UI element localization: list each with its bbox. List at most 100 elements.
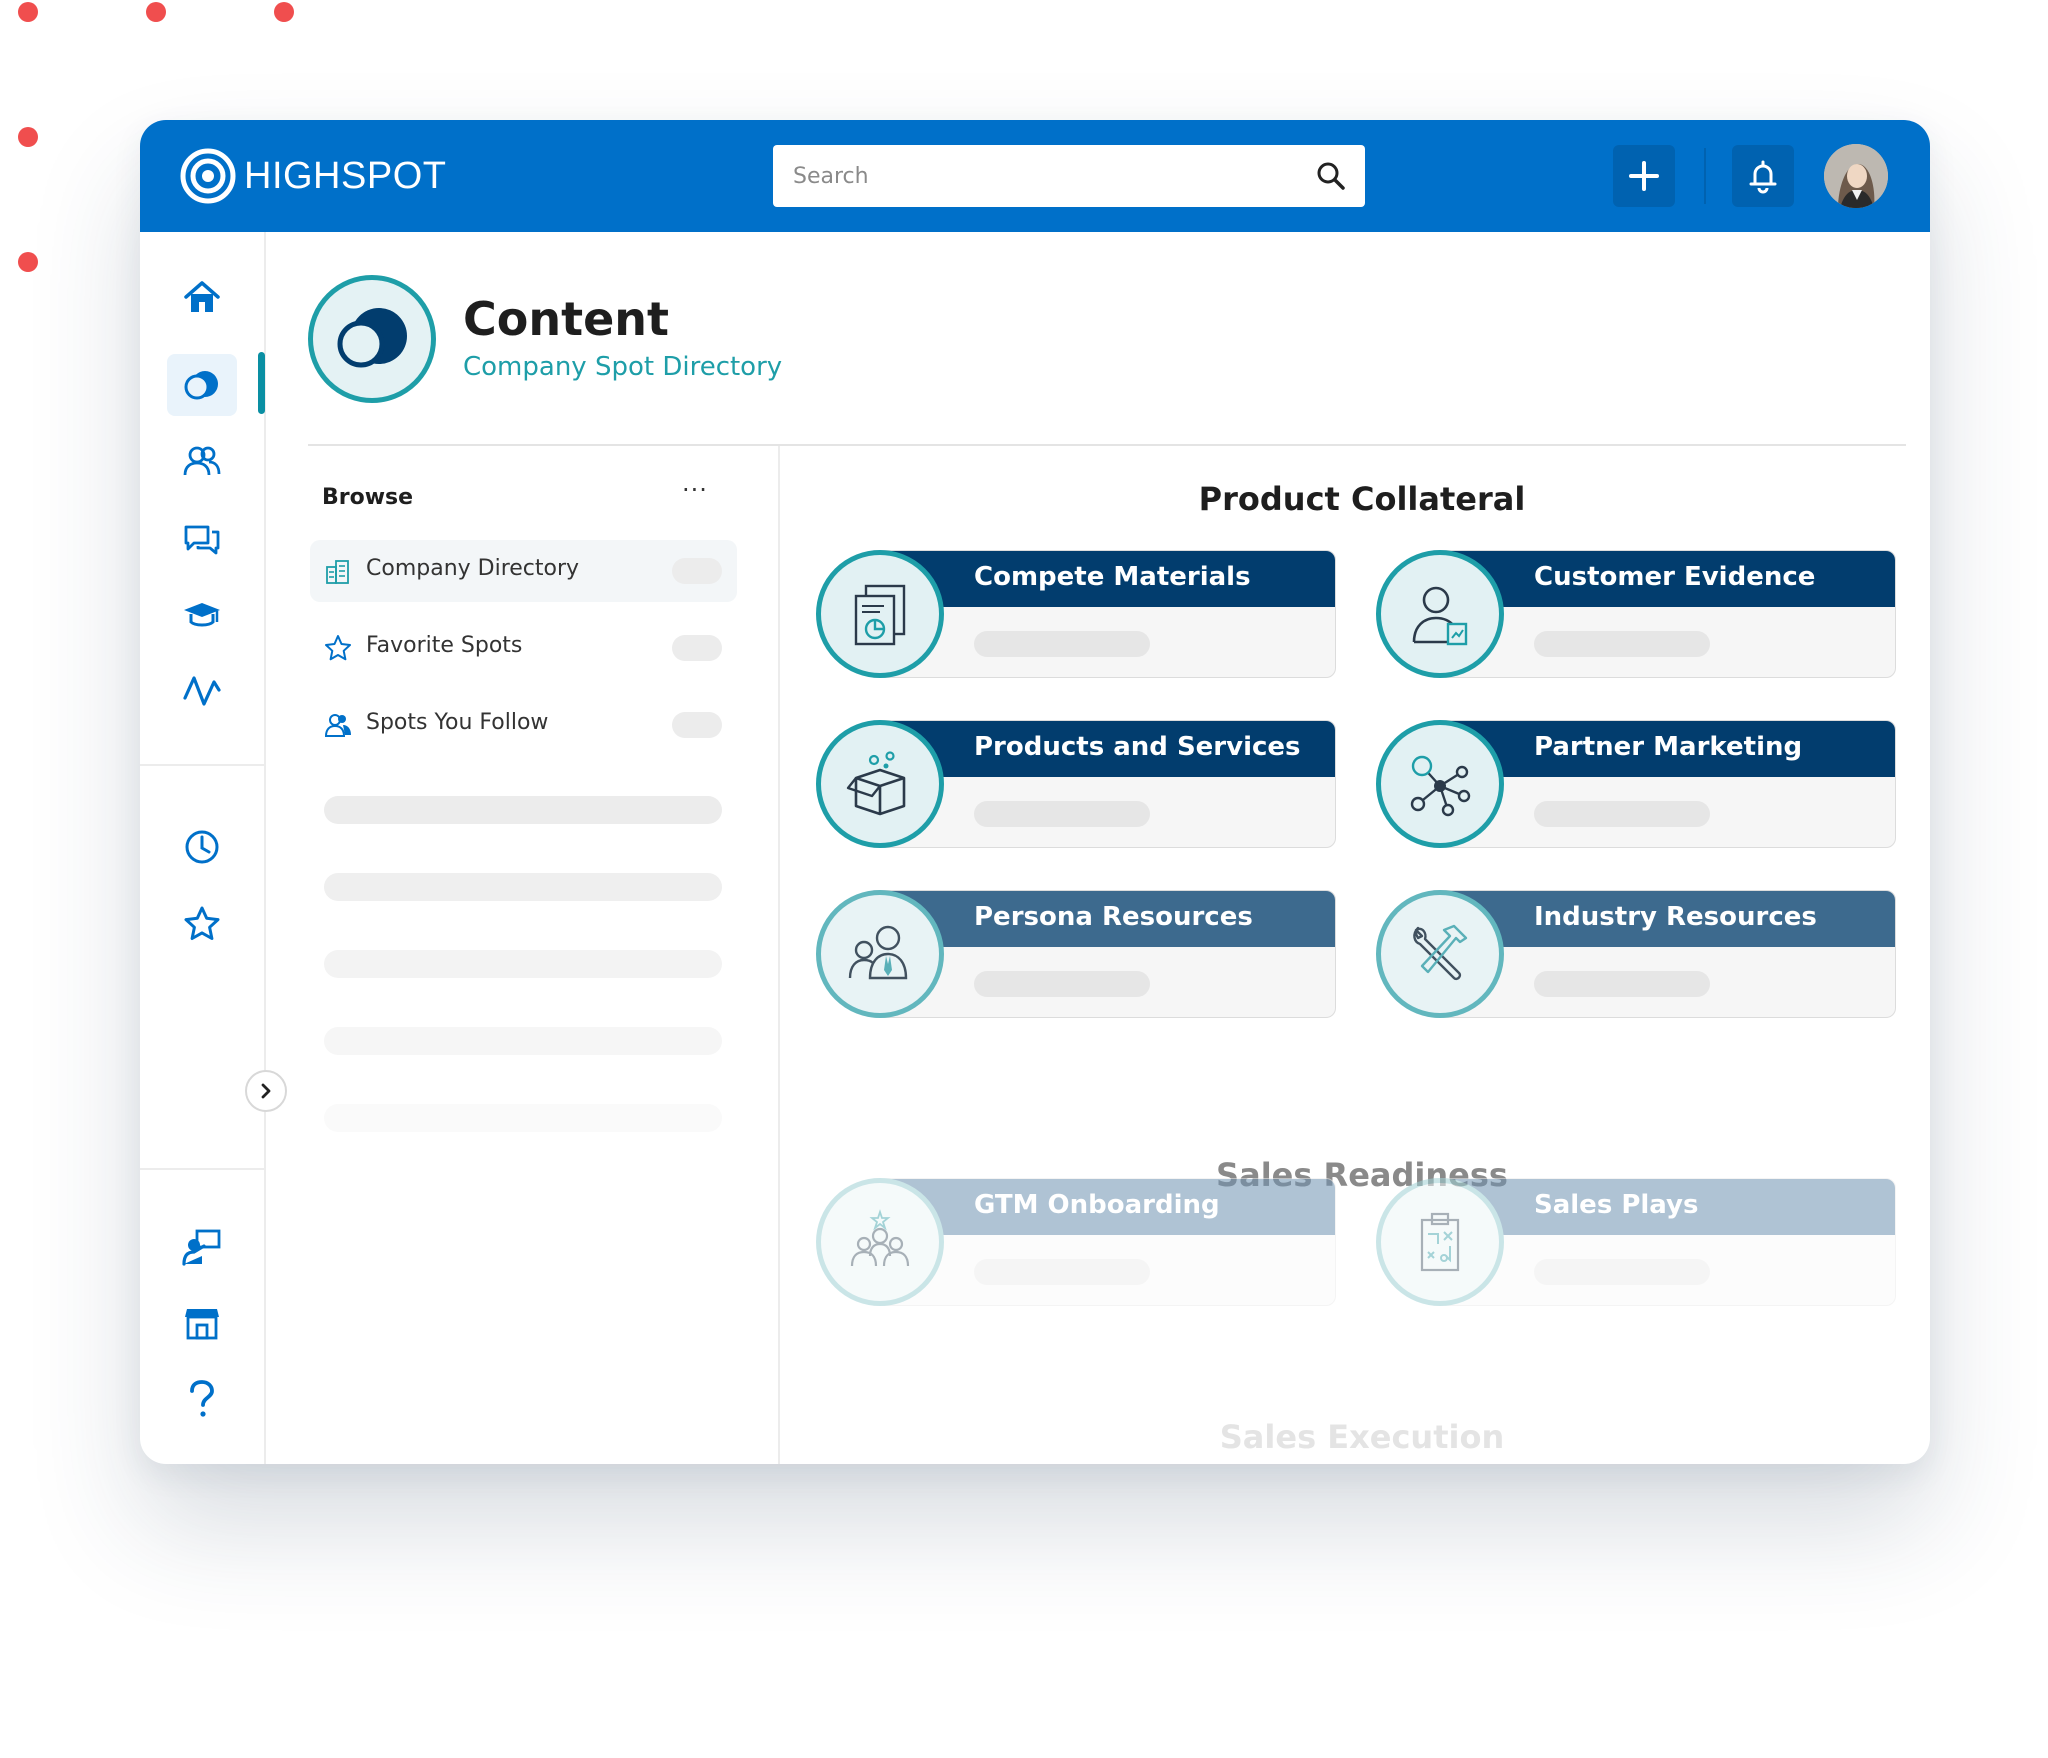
- rail-presenter[interactable]: [167, 1216, 237, 1278]
- expand-rail-button[interactable]: [245, 1070, 287, 1112]
- help-icon: [190, 1380, 214, 1417]
- spot-card-partner-marketing[interactable]: Partner Marketing: [1376, 720, 1896, 848]
- card-placeholder: [1534, 801, 1710, 827]
- rail-home[interactable]: [167, 266, 237, 328]
- left-rail: [140, 232, 266, 1464]
- rail-training[interactable]: [167, 584, 237, 646]
- card-placeholder: [974, 971, 1150, 997]
- card-icon-circle: [1376, 550, 1504, 678]
- card-title: Industry Resources: [1534, 902, 1817, 932]
- header-divider: [308, 444, 1906, 446]
- clipboard-play-icon: [1420, 1212, 1460, 1272]
- analytics-icon: [183, 676, 221, 706]
- app-window: HIGHSPOT Search Content Company Spot Dir…: [140, 120, 1930, 1464]
- notifications-button[interactable]: [1732, 145, 1794, 207]
- browse-item-spots-you-follow[interactable]: Spots You Follow: [310, 694, 737, 756]
- tools-icon: [1413, 924, 1468, 981]
- decor-dot: [18, 127, 38, 147]
- rail-people[interactable]: [167, 430, 237, 492]
- page-title: Content: [463, 292, 670, 346]
- search-input[interactable]: [773, 145, 1365, 207]
- more-options-button[interactable]: ···: [682, 476, 708, 504]
- buildings-icon: [326, 560, 349, 584]
- people-icon: [324, 714, 351, 737]
- card-icon-circle: [816, 720, 944, 848]
- star-icon: [184, 906, 220, 940]
- team-icon: [850, 1209, 910, 1267]
- highspot-logo-icon: [180, 148, 236, 204]
- avatar[interactable]: [1824, 144, 1888, 208]
- spot-card-products-and-services[interactable]: Products and Services: [816, 720, 1336, 848]
- card-icon-circle: [816, 550, 944, 678]
- loading-placeholder: [324, 873, 722, 901]
- chevron-right-icon: [261, 1083, 271, 1099]
- card-placeholder: [974, 801, 1150, 827]
- card-title: GTM Onboarding: [974, 1190, 1220, 1220]
- loading-placeholder: [324, 1104, 722, 1132]
- section-title-product-collateral: Product Collateral: [1198, 480, 1526, 518]
- home-icon: [184, 281, 220, 312]
- add-button[interactable]: [1613, 145, 1675, 207]
- rail-favorites[interactable]: [167, 892, 237, 954]
- search-icon[interactable]: [1313, 158, 1349, 194]
- training-icon: [184, 603, 220, 627]
- spot-card-customer-evidence[interactable]: Customer Evidence: [1376, 550, 1896, 678]
- bell-icon: [1749, 160, 1777, 194]
- card-placeholder: [1534, 631, 1710, 657]
- spot-card-gtm-onboarding[interactable]: GTM Onboarding: [816, 1178, 1336, 1306]
- card-icon-circle: [1376, 1178, 1504, 1306]
- rail-active-indicator: [258, 352, 265, 414]
- rail-recent[interactable]: [167, 816, 237, 878]
- store-icon: [185, 1309, 219, 1340]
- loading-placeholder: [324, 796, 722, 824]
- rail-chat[interactable]: [167, 508, 237, 570]
- browse-item-favorite-spots[interactable]: Favorite Spots: [310, 617, 737, 679]
- loading-placeholder: [324, 950, 722, 978]
- count-placeholder: [672, 558, 722, 584]
- card-icon-circle: [1376, 890, 1504, 1018]
- decor-dot: [146, 2, 166, 22]
- loading-placeholder: [324, 1027, 722, 1055]
- rail-divider: [140, 1168, 266, 1170]
- spot-card-compete-materials[interactable]: Compete Materials: [816, 550, 1336, 678]
- panel-divider: [778, 446, 780, 1464]
- card-placeholder: [974, 1259, 1150, 1285]
- decor-dot: [18, 2, 38, 22]
- rail-divider: [140, 764, 266, 766]
- persona-icon: [848, 925, 908, 980]
- card-title: Persona Resources: [974, 902, 1253, 932]
- content-header-icon-circle: [308, 275, 436, 403]
- rail-content[interactable]: [167, 354, 237, 416]
- browse-item-label: Spots You Follow: [366, 710, 549, 735]
- brand-name: HIGHSPOT: [244, 154, 447, 197]
- card-title: Products and Services: [974, 732, 1301, 762]
- content-icon: [184, 371, 218, 400]
- card-title: Compete Materials: [974, 562, 1251, 592]
- plus-icon: [1629, 161, 1659, 191]
- content-icon: [337, 308, 407, 368]
- browse-item-label: Favorite Spots: [366, 633, 523, 658]
- card-icon-circle: [1376, 720, 1504, 848]
- card-placeholder: [1534, 971, 1710, 997]
- section-title-sales-execution: Sales Execution: [1219, 1418, 1505, 1456]
- card-placeholder: [1534, 1259, 1710, 1285]
- spot-card-sales-plays[interactable]: Sales Plays: [1376, 1178, 1896, 1306]
- top-bar: HIGHSPOT: [140, 120, 1930, 232]
- user-photo-icon: [1824, 144, 1888, 208]
- page-subtitle[interactable]: Company Spot Directory: [463, 352, 782, 382]
- star-icon: [325, 635, 351, 661]
- documents-icon: [854, 584, 906, 646]
- browse-item-company-directory[interactable]: Company Directory: [310, 540, 737, 602]
- browse-title: Browse: [322, 485, 414, 510]
- spot-card-persona-resources[interactable]: Persona Resources: [816, 890, 1336, 1018]
- spot-card-industry-resources[interactable]: Industry Resources: [1376, 890, 1896, 1018]
- rail-analytics[interactable]: [167, 660, 237, 722]
- card-title: Customer Evidence: [1534, 562, 1816, 592]
- rail-help[interactable]: [167, 1368, 237, 1430]
- toolbar-divider: [1704, 148, 1706, 204]
- card-placeholder: [974, 631, 1150, 657]
- logo[interactable]: HIGHSPOT: [180, 148, 446, 204]
- rail-store[interactable]: [167, 1292, 237, 1354]
- count-placeholder: [672, 635, 722, 661]
- card-title: Partner Marketing: [1534, 732, 1803, 762]
